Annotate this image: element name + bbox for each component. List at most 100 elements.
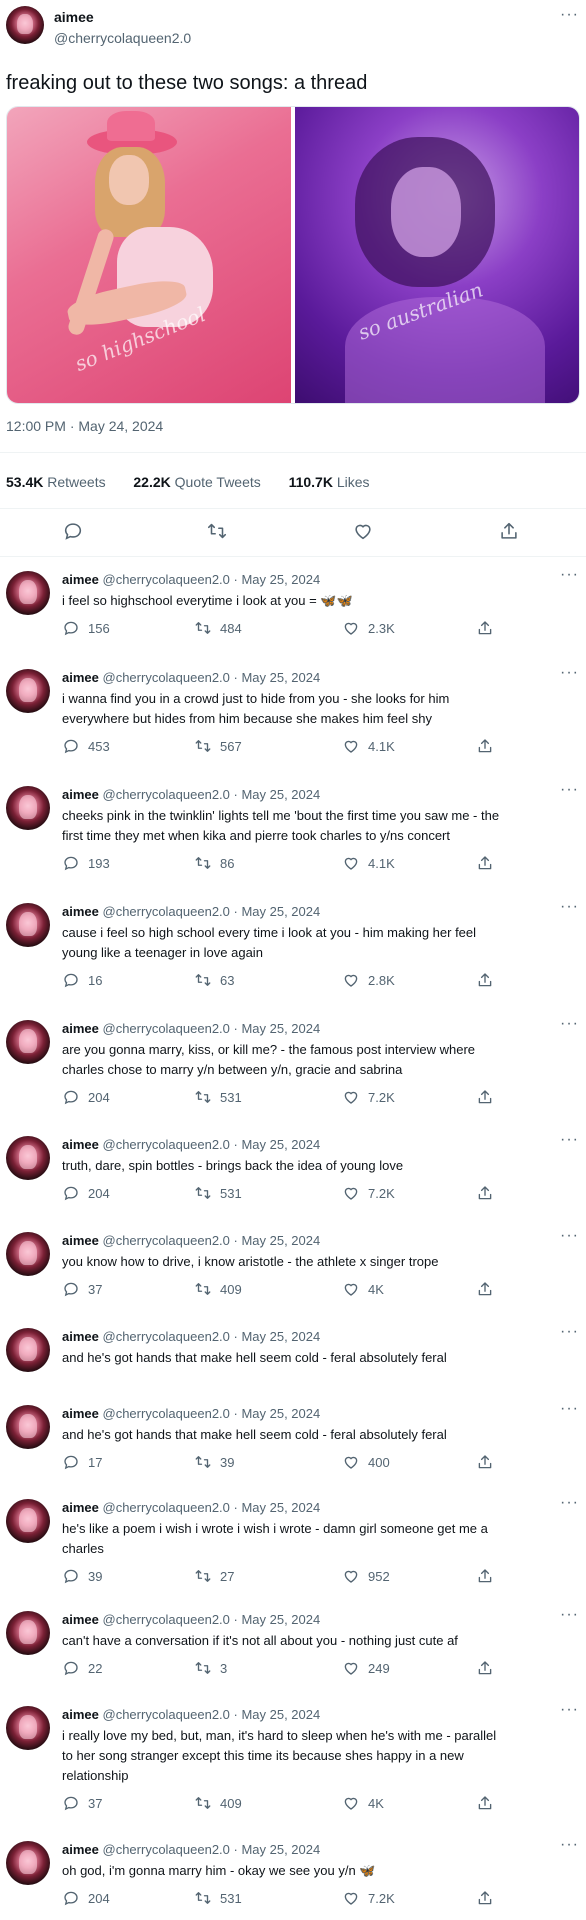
reply-button[interactable]: 22 [62, 1659, 102, 1677]
more-dots-icon[interactable]: ··· [560, 1606, 579, 1624]
retweet-button[interactable]: 409 [194, 1794, 242, 1812]
reply-date[interactable]: · May 25, 2024 [234, 1329, 321, 1344]
share-button[interactable] [476, 1889, 494, 1907]
retweet-button[interactable]: 531 [194, 1889, 242, 1907]
like-button[interactable]: 7.2K [342, 1088, 395, 1106]
avatar[interactable] [6, 1136, 50, 1180]
more-dots-icon[interactable]: ··· [560, 1836, 579, 1854]
retweet-button[interactable]: 531 [194, 1088, 242, 1106]
share-button[interactable] [476, 1567, 494, 1585]
more-dots-icon[interactable]: ··· [560, 1494, 579, 1512]
author-name[interactable]: aimee [54, 9, 94, 25]
author-name[interactable]: aimee [62, 787, 99, 802]
author-handle[interactable]: @cherrycolaqueen2.0 [103, 1842, 230, 1857]
reply-button[interactable]: 156 [62, 619, 110, 637]
avatar[interactable] [6, 1405, 50, 1449]
more-dots-icon[interactable]: ··· [560, 6, 579, 24]
author-handle[interactable]: @cherrycolaqueen2.0 [103, 1233, 230, 1248]
more-dots-icon[interactable]: ··· [560, 1701, 579, 1719]
like-button[interactable]: 952 [342, 1567, 390, 1585]
author-handle[interactable]: @cherrycolaqueen2.0 [103, 1329, 230, 1344]
reply-date[interactable]: · May 25, 2024 [234, 572, 321, 587]
reply-date[interactable]: · May 25, 2024 [234, 1707, 321, 1722]
tweet-media[interactable]: so highschool so australian [6, 106, 580, 404]
like-button[interactable]: 4.1K [342, 854, 395, 872]
avatar[interactable] [6, 1499, 50, 1543]
avatar[interactable] [6, 903, 50, 947]
retweet-button[interactable]: 39 [194, 1453, 234, 1471]
avatar[interactable] [6, 6, 44, 44]
reply-date[interactable]: · May 25, 2024 [234, 1021, 321, 1036]
author-handle[interactable]: @cherrycolaqueen2.0 [103, 572, 230, 587]
retweet-button[interactable]: 3 [194, 1659, 227, 1677]
heart-icon[interactable] [352, 520, 374, 542]
like-button[interactable]: 4K [342, 1280, 384, 1298]
author-handle[interactable]: @cherrycolaqueen2.0 [103, 787, 230, 802]
author-name[interactable]: aimee [62, 1500, 99, 1515]
reply-date[interactable]: · May 25, 2024 [234, 1842, 321, 1857]
author-handle[interactable]: @cherrycolaqueen2.0 [103, 1021, 230, 1036]
retweet-button[interactable]: 567 [194, 737, 242, 755]
share-button[interactable] [476, 737, 494, 755]
author-name[interactable]: aimee [62, 1137, 99, 1152]
more-dots-icon[interactable]: ··· [560, 566, 579, 584]
share-button[interactable] [476, 854, 494, 872]
reply-icon[interactable] [62, 520, 84, 542]
reply-button[interactable]: 453 [62, 737, 110, 755]
photo-2[interactable]: so australian [295, 107, 579, 403]
reply-button[interactable]: 16 [62, 971, 102, 989]
author-name[interactable]: aimee [62, 572, 99, 587]
avatar[interactable] [6, 1841, 50, 1885]
avatar[interactable] [6, 1328, 50, 1372]
author-handle[interactable]: @cherrycolaqueen2.0 [103, 1612, 230, 1627]
more-dots-icon[interactable]: ··· [560, 1400, 579, 1418]
reply-date[interactable]: · May 25, 2024 [234, 1233, 321, 1248]
author-handle[interactable]: @cherrycolaqueen2.0 [103, 1500, 230, 1515]
author-name[interactable]: aimee [62, 1021, 99, 1036]
like-button[interactable]: 400 [342, 1453, 390, 1471]
reply-date[interactable]: · May 25, 2024 [234, 904, 321, 919]
reply-button[interactable]: 193 [62, 854, 110, 872]
more-dots-icon[interactable]: ··· [560, 1227, 579, 1245]
reply-button[interactable]: 37 [62, 1794, 102, 1812]
share-button[interactable] [476, 971, 494, 989]
author-name[interactable]: aimee [62, 1842, 99, 1857]
more-dots-icon[interactable]: ··· [560, 781, 579, 799]
avatar[interactable] [6, 786, 50, 830]
share-button[interactable] [476, 1280, 494, 1298]
photo-1[interactable]: so highschool [7, 107, 291, 403]
retweet-button[interactable]: 27 [194, 1567, 234, 1585]
like-button[interactable]: 2.8K [342, 971, 395, 989]
author-handle[interactable]: @cherrycolaqueen2.0 [103, 670, 230, 685]
reply-date[interactable]: · May 25, 2024 [234, 787, 321, 802]
like-button[interactable]: 2.3K [342, 619, 395, 637]
reply-date[interactable]: · May 25, 2024 [234, 1406, 321, 1421]
like-button[interactable]: 249 [342, 1659, 390, 1677]
reply-date[interactable]: · May 25, 2024 [234, 1137, 321, 1152]
author-name[interactable]: aimee [62, 1233, 99, 1248]
author-name[interactable]: aimee [62, 1329, 99, 1344]
more-dots-icon[interactable]: ··· [560, 664, 579, 682]
more-dots-icon[interactable]: ··· [560, 1131, 579, 1149]
share-button[interactable] [476, 619, 494, 637]
reply-button[interactable]: 204 [62, 1088, 110, 1106]
avatar[interactable] [6, 669, 50, 713]
retweets-count[interactable]: 53.4K Retweets [6, 474, 106, 490]
share-button[interactable] [476, 1659, 494, 1677]
retweet-icon[interactable] [206, 520, 228, 542]
author-name[interactable]: aimee [62, 1612, 99, 1627]
author-name[interactable]: aimee [62, 1406, 99, 1421]
like-button[interactable]: 4.1K [342, 737, 395, 755]
reply-button[interactable]: 37 [62, 1280, 102, 1298]
share-button[interactable] [476, 1453, 494, 1471]
avatar[interactable] [6, 1020, 50, 1064]
quote-tweets-count[interactable]: 22.2K Quote Tweets [133, 474, 260, 490]
author-handle[interactable]: @cherrycolaqueen2.0 [103, 1137, 230, 1152]
avatar[interactable] [6, 1611, 50, 1655]
tweet-timestamp[interactable]: 12:00 PM · May 24, 2024 [6, 418, 163, 434]
share-icon[interactable] [498, 520, 520, 542]
author-name[interactable]: aimee [62, 1707, 99, 1722]
reply-button[interactable]: 39 [62, 1567, 102, 1585]
retweet-button[interactable]: 484 [194, 619, 242, 637]
author-handle[interactable]: @cherrycolaqueen2.0 [103, 1707, 230, 1722]
